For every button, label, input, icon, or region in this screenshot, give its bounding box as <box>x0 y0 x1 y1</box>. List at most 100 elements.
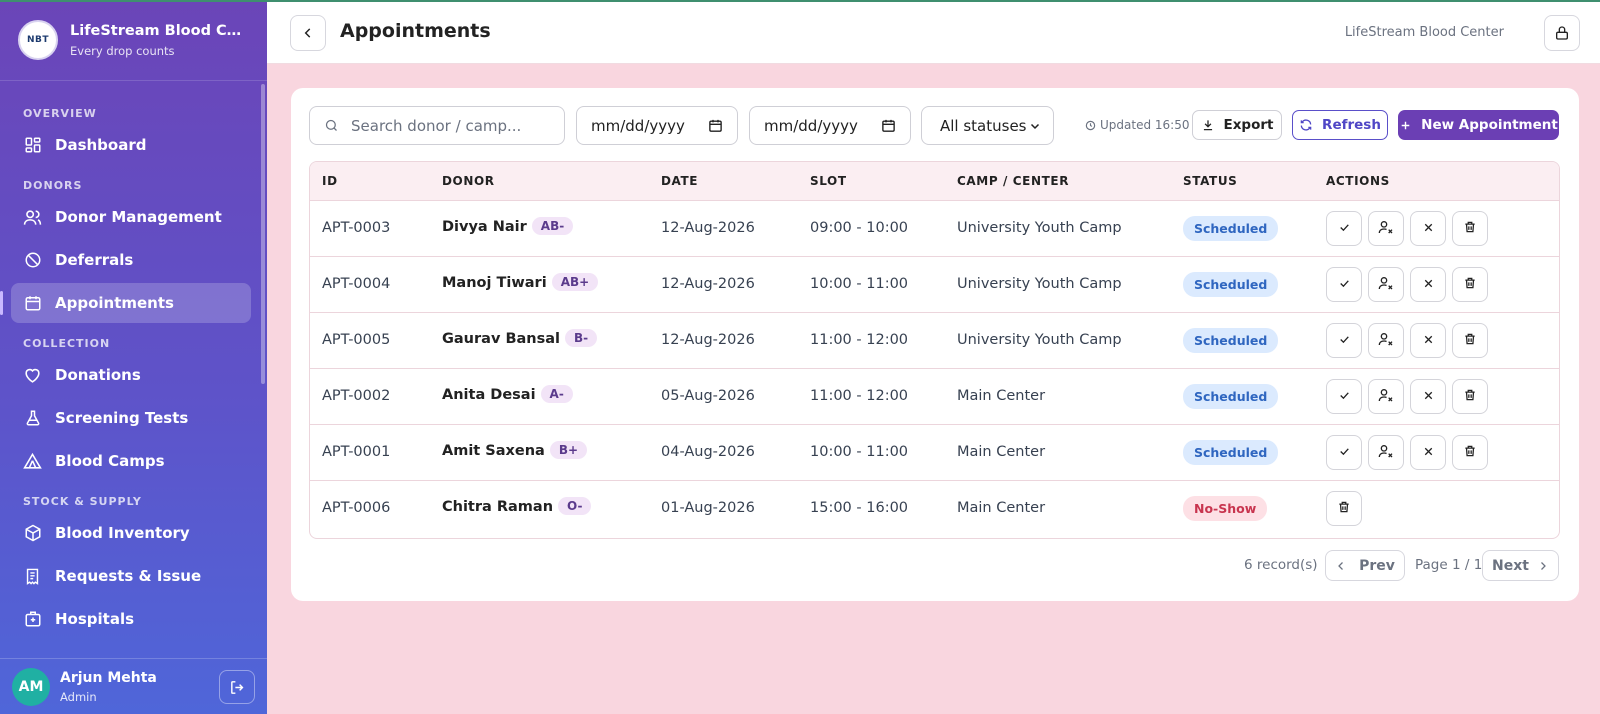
export-button[interactable]: Export <box>1192 110 1282 140</box>
mark-no-show-button[interactable] <box>1368 211 1404 246</box>
avatar[interactable]: AM <box>12 667 50 706</box>
back-button[interactable] <box>290 15 326 51</box>
status-badge: Scheduled <box>1183 328 1279 353</box>
trash-icon <box>1463 331 1477 350</box>
sidebar-item-appointments[interactable]: Appointments <box>11 283 251 323</box>
sidebar-item-donations[interactable]: Donations <box>0 355 251 395</box>
search-input[interactable] <box>351 116 541 135</box>
column-header-date[interactable]: DATE <box>661 174 698 188</box>
mark-no-show-button[interactable] <box>1368 267 1404 302</box>
user-x-icon <box>1378 443 1394 463</box>
complete-button[interactable] <box>1326 211 1362 246</box>
sidebar-item-hospitals[interactable]: Hospitals <box>0 599 251 639</box>
nav-section-collection: COLLECTION <box>23 337 111 350</box>
delete-button[interactable] <box>1452 379 1488 414</box>
row-actions <box>1326 211 1494 246</box>
appointment-id: APT-0002 <box>322 388 391 404</box>
delete-button[interactable] <box>1452 267 1488 302</box>
delete-button[interactable] <box>1452 211 1488 246</box>
column-header-slot[interactable]: SLOT <box>810 174 847 188</box>
close-icon <box>1422 331 1435 350</box>
date-from-input[interactable]: mm/dd/yyyy <box>576 106 738 145</box>
sidebar-item-label: Requests & Issue <box>55 567 202 585</box>
logout-button[interactable] <box>219 670 255 704</box>
cancel-button[interactable] <box>1410 379 1446 414</box>
blood-group-badge: B+ <box>549 441 588 459</box>
complete-button[interactable] <box>1326 267 1362 302</box>
complete-button[interactable] <box>1326 323 1362 358</box>
check-icon <box>1338 387 1351 406</box>
cancel-button[interactable] <box>1410 323 1446 358</box>
calendar-picker-icon[interactable] <box>881 118 896 133</box>
table-row[interactable]: APT-0005 Gaurav Bansal B- 12-Aug-2026 11:00 … <box>310 313 1559 369</box>
nav-section-donors: DONORS <box>23 179 83 192</box>
appointment-id: APT-0006 <box>322 500 391 516</box>
trash-icon <box>1337 499 1351 518</box>
download-icon <box>1201 118 1215 132</box>
user-profile: AM Arjun Mehta Admin <box>0 658 267 714</box>
table-row[interactable]: APT-0001 Amit Saxena B+ 04-Aug-2026 10:00 - … <box>310 425 1559 481</box>
complete-button[interactable] <box>1326 435 1362 470</box>
delete-button[interactable] <box>1326 491 1362 526</box>
sidebar-scrollbar[interactable] <box>261 84 265 384</box>
trash-icon <box>1463 443 1477 462</box>
donor-name[interactable]: Amit Saxena <box>442 443 545 459</box>
donor-name[interactable]: Manoj Tiwari <box>442 275 547 291</box>
calendar-picker-icon[interactable] <box>708 118 723 133</box>
toolbar: mm/dd/yyyy mm/dd/yyyy All statuses Updat… <box>309 106 1561 146</box>
cancel-button[interactable] <box>1410 267 1446 302</box>
column-header-camp[interactable]: CAMP / CENTER <box>957 174 1069 188</box>
sidebar-item-donor-management[interactable]: Donor Management <box>0 197 251 237</box>
donor-name[interactable]: Gaurav Bansal <box>442 331 560 347</box>
donor-name[interactable]: Divya Nair <box>442 219 527 235</box>
table-row[interactable]: APT-0004 Manoj Tiwari AB+ 12-Aug-2026 10:00 … <box>310 257 1559 313</box>
lock-button[interactable] <box>1544 15 1580 51</box>
status-filter-select[interactable]: All statuses <box>921 106 1054 145</box>
page-indicator: Page 1 / 1 <box>1415 557 1483 573</box>
sidebar-item-label: Donor Management <box>55 208 222 226</box>
mark-no-show-button[interactable] <box>1368 379 1404 414</box>
column-header-id[interactable]: ID <box>322 174 338 188</box>
mark-no-show-button[interactable] <box>1368 435 1404 470</box>
complete-button[interactable] <box>1326 379 1362 414</box>
sidebar-item-dashboard[interactable]: Dashboard <box>0 125 251 165</box>
delete-button[interactable] <box>1452 435 1488 470</box>
donor-name[interactable]: Chitra Raman <box>442 499 553 515</box>
cancel-button[interactable] <box>1410 211 1446 246</box>
delete-button[interactable] <box>1452 323 1488 358</box>
user-x-icon <box>1378 275 1394 295</box>
column-header-donor[interactable]: DONOR <box>442 174 495 188</box>
camp-center: Main Center <box>957 500 1046 516</box>
cancel-button[interactable] <box>1410 435 1446 470</box>
chevron-down-icon <box>1030 123 1040 129</box>
blood-group-badge: AB- <box>531 217 574 235</box>
sidebar-item-label: Appointments <box>55 294 174 312</box>
appointment-slot: 10:00 - 11:00 <box>810 444 909 460</box>
row-actions <box>1326 379 1494 414</box>
sidebar-item-requests-issue[interactable]: Requests & Issue <box>0 556 251 596</box>
search-box[interactable] <box>309 106 565 145</box>
table-row[interactable]: APT-0002 Anita Desai A- 05-Aug-2026 11:00 - … <box>310 369 1559 425</box>
new-appointment-button[interactable]: New Appointment <box>1398 110 1559 140</box>
column-header-status[interactable]: STATUS <box>1183 174 1237 188</box>
date-to-input[interactable]: mm/dd/yyyy <box>749 106 911 145</box>
check-icon <box>1338 331 1351 350</box>
flask-icon <box>23 409 42 428</box>
sidebar-item-blood-camps[interactable]: Blood Camps <box>0 441 251 481</box>
table-row[interactable]: APT-0003 Divya Nair AB- 12-Aug-2026 09:00 - … <box>310 201 1559 257</box>
table-row[interactable]: APT-0006 Chitra Raman O- 01-Aug-2026 15:00 -… <box>310 481 1559 537</box>
refresh-button[interactable]: Refresh <box>1292 110 1388 140</box>
brand-subtitle: Every drop counts <box>70 43 175 58</box>
mark-no-show-button[interactable] <box>1368 323 1404 358</box>
updated-timestamp: Updated 16:50 <box>1085 118 1189 132</box>
sidebar-item-deferrals[interactable]: Deferrals <box>0 240 251 280</box>
status-badge: Scheduled <box>1183 216 1279 241</box>
brand[interactable]: NBT LifeStream Blood Center Every drop c… <box>0 0 267 81</box>
next-page-button[interactable]: Next <box>1482 550 1559 581</box>
donor-name[interactable]: Anita Desai <box>442 387 536 403</box>
receipt-icon <box>23 567 42 586</box>
sidebar-item-screening-tests[interactable]: Screening Tests <box>0 398 251 438</box>
trash-icon <box>1463 275 1477 294</box>
sidebar-item-blood-inventory[interactable]: Blood Inventory <box>0 513 251 553</box>
prev-page-button[interactable]: Prev <box>1325 550 1405 581</box>
